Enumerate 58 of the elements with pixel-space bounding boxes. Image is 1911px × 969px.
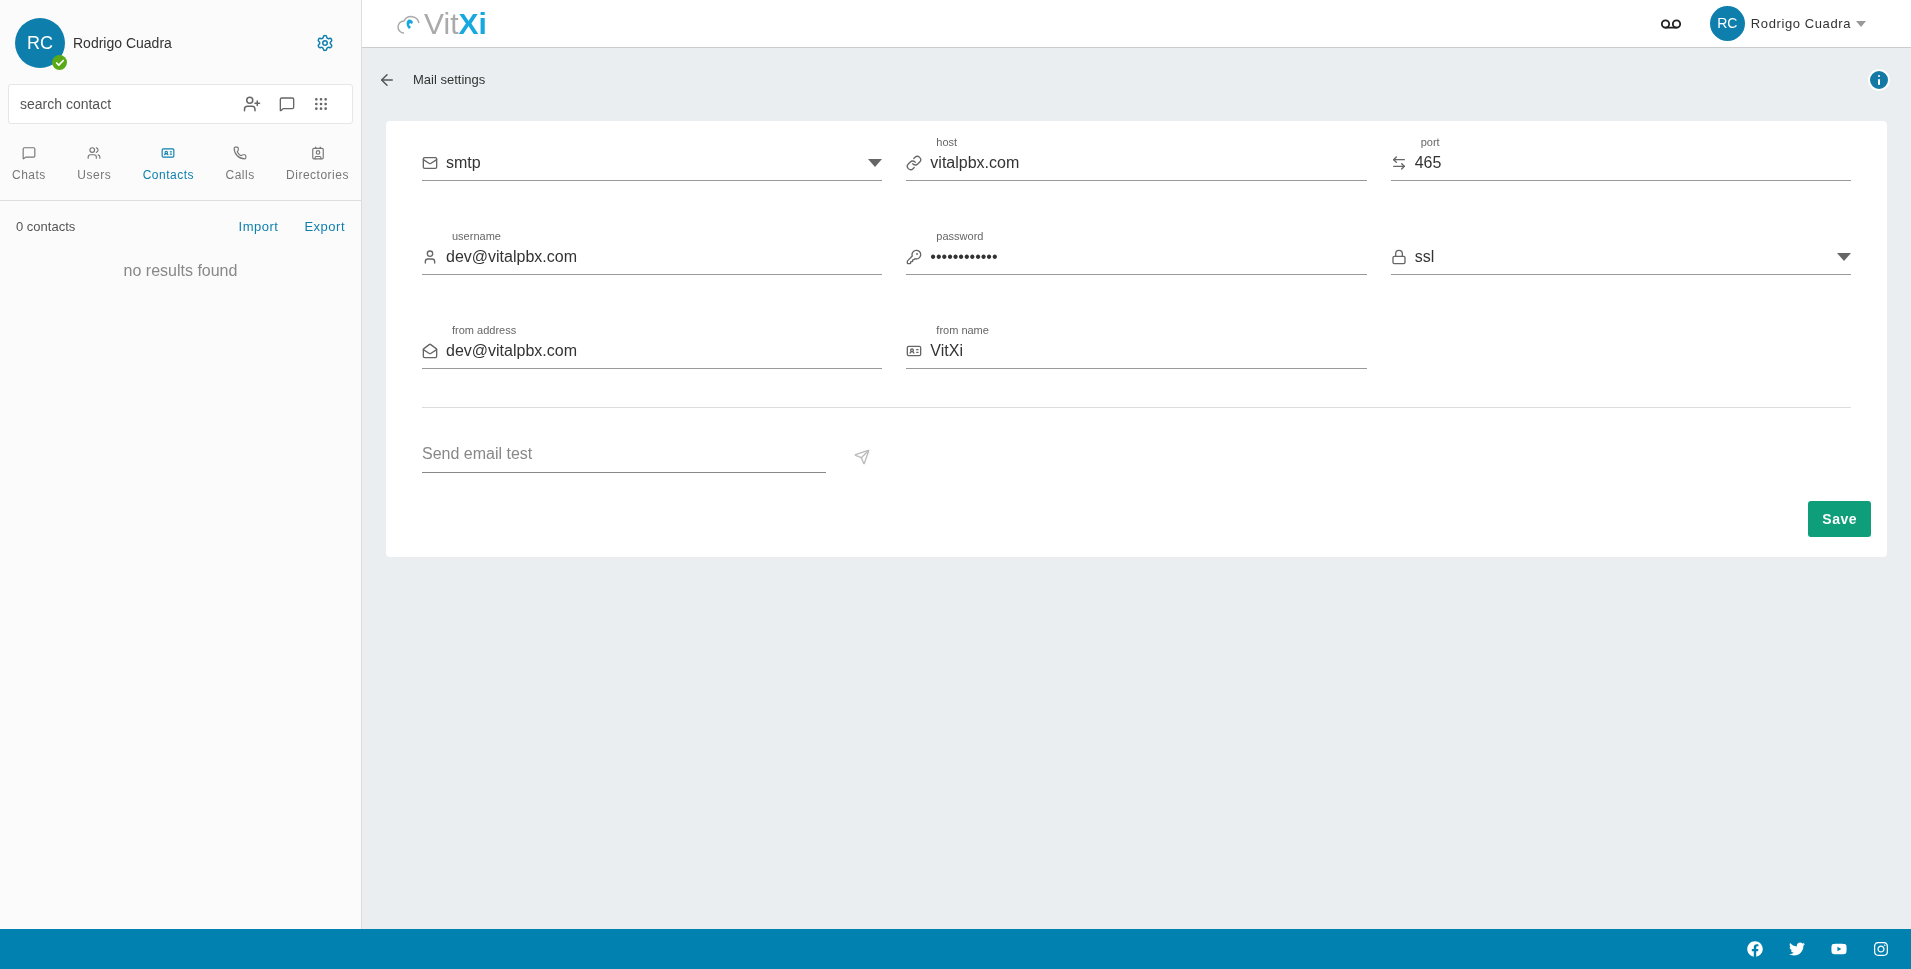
settings-icon[interactable] [316, 34, 334, 52]
avatar: RC [1709, 6, 1745, 41]
youtube-icon[interactable] [1831, 941, 1847, 957]
twitter-icon[interactable] [1789, 941, 1805, 957]
empty-message: no results found [123, 260, 238, 281]
nav-tab[interactable]: Users [77, 146, 112, 184]
input-field[interactable]: dev@vitalpbx.com [422, 339, 883, 369]
input-field[interactable]: VitXi [906, 339, 1367, 369]
user-name: Rodrigo Cuadra [73, 33, 173, 53]
nav-tab[interactable]: Chats [12, 146, 46, 184]
select-field[interactable]: ssl [1390, 245, 1851, 275]
id-card-icon [161, 146, 176, 160]
caret-icon[interactable] [1856, 20, 1866, 27]
nav-tab[interactable]: Directories [286, 146, 349, 184]
field-label: from address [452, 325, 518, 336]
instagram-icon[interactable] [1873, 941, 1889, 957]
envelope-icon [422, 155, 438, 171]
action-link[interactable]: Export [304, 217, 345, 237]
facebook-icon[interactable] [1747, 941, 1763, 957]
lock-icon [1390, 249, 1407, 265]
dialpad-icon[interactable] [313, 96, 329, 112]
user-icon [422, 249, 438, 265]
contact-book-icon [310, 146, 325, 160]
input-field[interactable]: dev@vitalpbx.com [422, 245, 883, 275]
action-link[interactable]: Import [238, 217, 279, 237]
logo: VitXi [397, 8, 487, 39]
info-icon[interactable] [1867, 68, 1891, 92]
add-user-icon[interactable] [243, 95, 261, 113]
field-label: port [1420, 137, 1441, 148]
arrows-icon [1390, 155, 1407, 171]
search-field[interactable]: search contact [20, 93, 225, 115]
user-menu[interactable]: Rodrigo Cuadra [1750, 13, 1851, 34]
select-field[interactable]: smtp [422, 151, 883, 181]
contact-count: 0 contacts [16, 218, 77, 236]
field-label: from name [936, 325, 990, 336]
nav-tab[interactable]: Contacts [142, 146, 194, 184]
test-email-field[interactable]: Send email test [422, 442, 826, 473]
users-icon [87, 146, 102, 160]
caret-icon [1837, 253, 1851, 261]
id-card-icon [906, 343, 923, 359]
search-bar[interactable]: search contact [8, 84, 353, 124]
nav-tab[interactable]: Calls [225, 146, 255, 184]
link-icon [906, 155, 923, 171]
input-field[interactable]: vitalpbx.com [906, 151, 1367, 181]
page-title: Mail settings [413, 71, 486, 90]
field-label: host [936, 137, 959, 148]
input-field[interactable]: 465 [1390, 151, 1851, 181]
avatar: RC [15, 18, 65, 68]
open-envelope-icon [422, 343, 438, 359]
field-label: password [936, 231, 985, 242]
chat-bubble-icon[interactable] [279, 96, 295, 112]
phone-icon [233, 146, 248, 160]
chat-bubble-icon [21, 146, 36, 160]
caret-icon [868, 159, 883, 167]
input-field[interactable]: •••••••••••• [906, 245, 1367, 275]
back-icon[interactable] [378, 71, 396, 89]
key-icon [906, 249, 923, 265]
field-label: username [452, 231, 502, 242]
